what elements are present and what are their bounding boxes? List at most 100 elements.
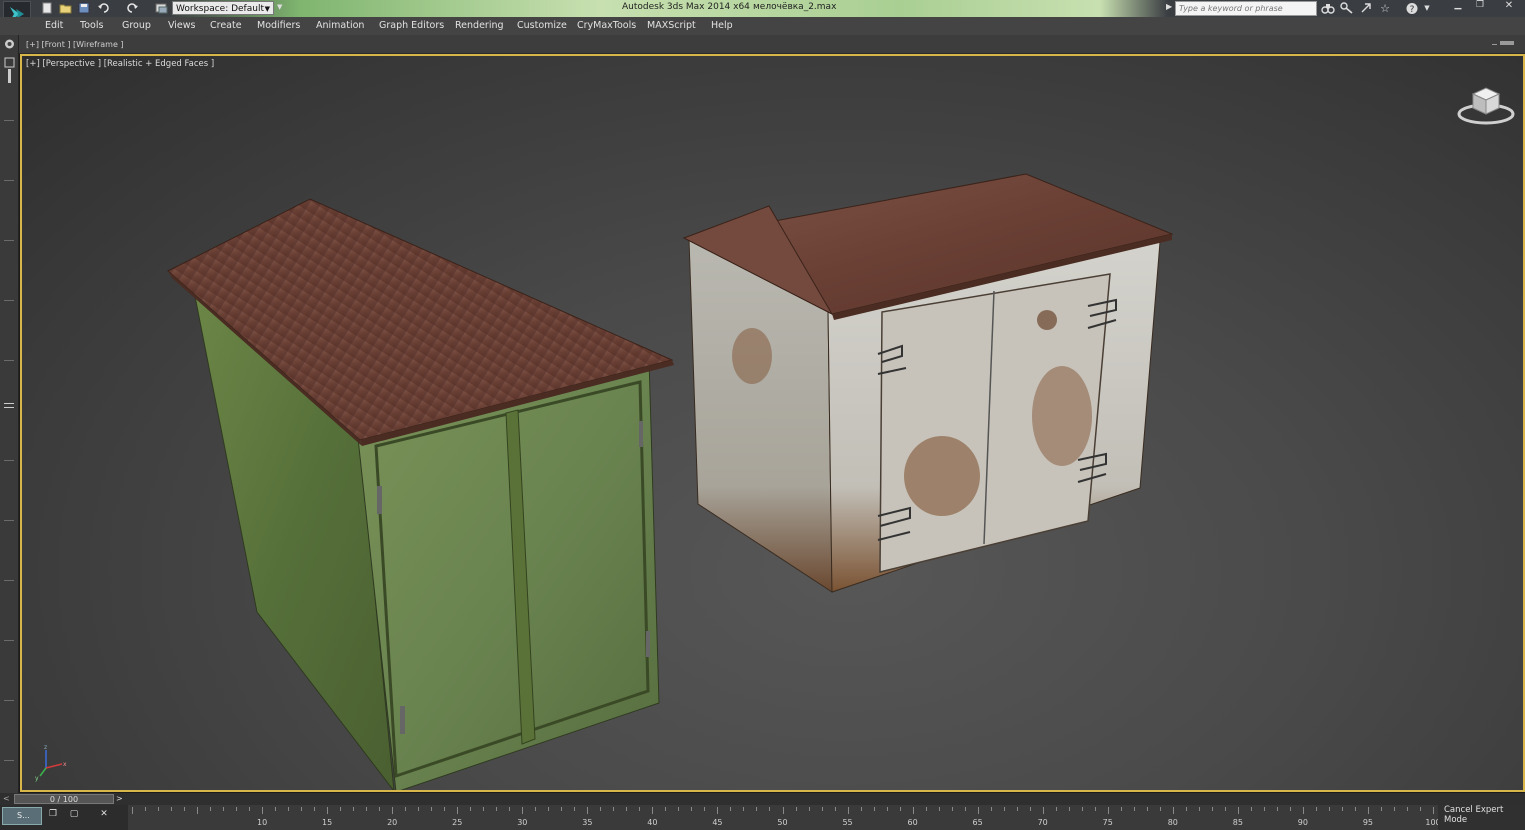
track-bar-tick-label: 80	[1167, 818, 1178, 827]
mini-restore-icon[interactable]: ❐	[46, 808, 60, 820]
close-icon[interactable]: ✕	[1496, 0, 1522, 11]
viewport-maximize-icon[interactable]	[1500, 41, 1514, 45]
menu-customize[interactable]: Customize	[517, 20, 567, 31]
restore-icon[interactable]: ❐	[1470, 0, 1490, 11]
track-bar-tick	[756, 807, 758, 811]
workspace-dropdown[interactable]: Workspace: Default ▼	[172, 1, 274, 15]
track-bar-tick	[1159, 807, 1161, 811]
menu-rendering[interactable]: Rendering	[455, 20, 504, 31]
menu-graph-editors[interactable]: Graph Editors	[379, 20, 444, 31]
track-bar-tick	[652, 807, 654, 814]
green-shed-hinge	[646, 631, 650, 657]
track-bar-tick-label: 15	[322, 818, 333, 827]
menu-tools[interactable]: Tools	[80, 20, 103, 31]
toolbar-grip[interactable]	[4, 403, 14, 404]
track-bar-tick	[886, 807, 888, 811]
track-bar-tick	[1328, 807, 1330, 811]
time-slider-track[interactable]	[0, 793, 1525, 805]
front-viewport-strip[interactable]	[0, 35, 1525, 54]
track-bar-tick	[1107, 807, 1109, 814]
track-bar-tick-label: 60	[907, 818, 918, 827]
mini-close-icon[interactable]: ✕	[97, 808, 111, 820]
green-shed-hinge	[377, 486, 382, 514]
track-bar-tick	[1120, 807, 1122, 811]
track-bar-tick	[145, 807, 146, 811]
menu-maxscript[interactable]: MAXScript	[647, 20, 696, 31]
minimize-icon[interactable]: ▁	[1448, 0, 1468, 11]
time-slider-prev-button[interactable]: <	[3, 794, 10, 803]
track-bar-tick	[834, 807, 836, 811]
svg-text:?: ?	[1410, 5, 1415, 15]
track-bar-tick	[1068, 807, 1070, 811]
track-bar-tick	[743, 807, 745, 811]
communication-center-icon[interactable]	[1359, 2, 1373, 15]
front-viewport-label[interactable]: [+] [Front ] [Wireframe ]	[26, 40, 124, 49]
track-bar-tick	[431, 807, 433, 811]
track-bar-tick	[1380, 807, 1382, 811]
track-bar-tick-label: 70	[1037, 818, 1048, 827]
menu-views[interactable]: Views	[168, 20, 196, 31]
time-slider-next-button[interactable]: >	[116, 794, 123, 803]
viewport-minimize-icon[interactable]	[1492, 44, 1497, 45]
save-file-icon[interactable]	[78, 2, 91, 14]
viewport-layout-icon[interactable]	[3, 38, 16, 50]
binoculars-icon[interactable]	[1321, 2, 1335, 15]
track-bar-tick	[964, 807, 966, 811]
track-bar-tick	[1250, 807, 1252, 811]
search-input[interactable]	[1175, 1, 1317, 16]
track-bar-tick	[1367, 807, 1369, 814]
track-bar-tick	[379, 807, 381, 811]
track-bar-tick	[808, 807, 810, 811]
perspective-viewport[interactable]: z x y	[20, 54, 1525, 792]
scene-explorer-icon[interactable]	[3, 57, 16, 87]
toolbar-grip[interactable]	[4, 407, 14, 408]
help-dropdown-icon[interactable]: ▼	[1420, 2, 1434, 15]
workspace-label: Workspace: Default	[176, 4, 264, 14]
track-bar-tick	[1289, 807, 1291, 811]
rust-patch	[732, 328, 772, 384]
track-bar-tick	[1003, 807, 1005, 811]
undo-icon[interactable]	[97, 2, 110, 14]
track-bar-tick	[1029, 807, 1031, 811]
menu-edit[interactable]: Edit	[45, 20, 63, 31]
menu-modifiers[interactable]: Modifiers	[257, 20, 300, 31]
track-bar-tick	[353, 807, 355, 811]
track-bar-tick-label: 65	[972, 818, 983, 827]
track-bar-tick	[535, 807, 537, 811]
track-bar-tick	[327, 807, 329, 814]
track-bar-tick	[860, 807, 862, 811]
cancel-expert-mode-button[interactable]: Cancel Expert Mode	[1444, 805, 1525, 825]
track-bar-tick	[236, 807, 238, 811]
menu-animation[interactable]: Animation	[316, 20, 364, 31]
menu-help[interactable]: Help	[711, 20, 733, 31]
track-bar-tick-label: 35	[582, 818, 593, 827]
help-icon[interactable]: ?	[1405, 2, 1419, 15]
mini-maximize-icon[interactable]: ▢	[67, 808, 81, 820]
perspective-viewport-label[interactable]: [+] [Perspective ] [Realistic + Edged Fa…	[26, 59, 214, 69]
track-bar-tick	[795, 807, 797, 811]
track-bar-tick	[1133, 807, 1135, 811]
favorites-star-icon[interactable]: ☆	[1378, 2, 1392, 15]
menu-create[interactable]: Create	[210, 20, 242, 31]
subscription-key-icon[interactable]	[1340, 2, 1354, 15]
toolbar-divider	[4, 700, 14, 701]
open-file-icon[interactable]	[59, 2, 72, 14]
taskbar-tab[interactable]: S...	[2, 807, 42, 825]
project-folder-icon[interactable]	[155, 2, 168, 14]
toolbar-divider	[4, 520, 14, 521]
track-bar-tick	[990, 807, 992, 811]
search-expand-icon[interactable]: ▶	[1166, 2, 1174, 14]
time-slider[interactable]: 0 / 100	[14, 794, 114, 804]
track-bar-tick	[1211, 807, 1213, 811]
track-bar-tick	[301, 807, 303, 811]
svg-text:z: z	[44, 744, 47, 751]
viewcube-icon[interactable]	[1455, 82, 1517, 132]
track-bar-tick	[1081, 807, 1083, 811]
redo-icon[interactable]	[126, 2, 139, 14]
menu-group[interactable]: Group	[122, 20, 151, 31]
quick-access-customize-icon[interactable]: ▼	[277, 3, 285, 13]
track-bar-tick	[366, 807, 368, 811]
viewport-scene[interactable]	[22, 56, 1523, 790]
new-file-icon[interactable]	[41, 2, 54, 14]
menu-crymaxtools[interactable]: CryMaxTools	[577, 20, 636, 31]
